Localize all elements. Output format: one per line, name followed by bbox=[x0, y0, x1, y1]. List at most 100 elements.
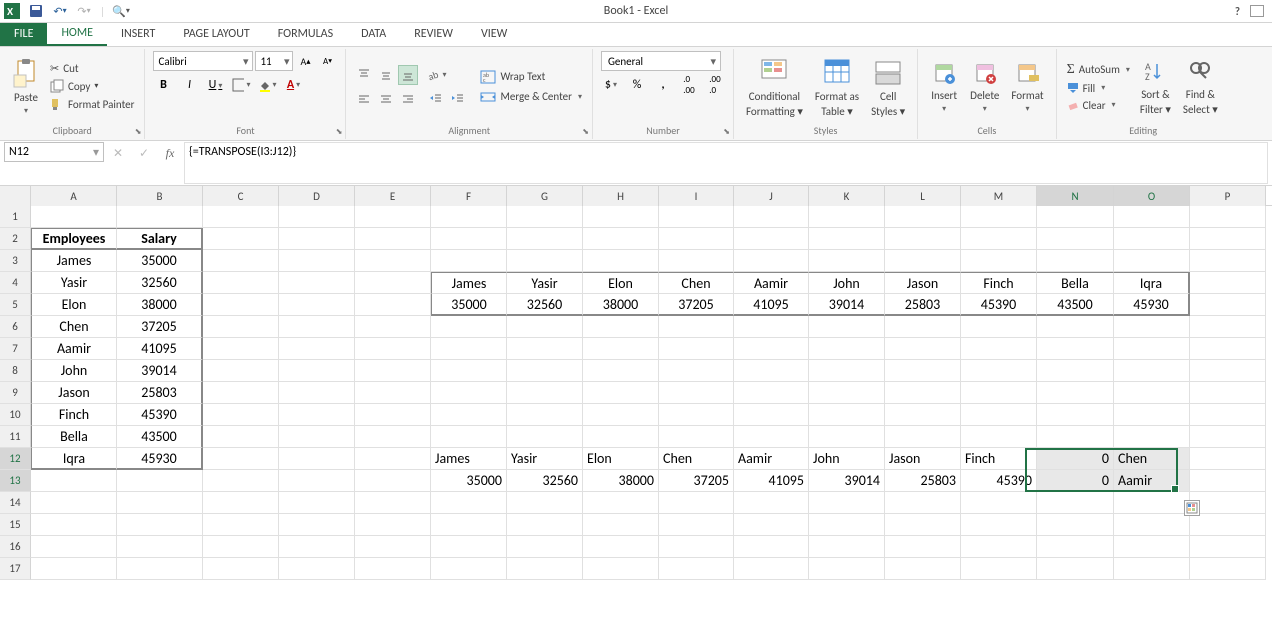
group-alignment: ab abcWrap Text Merge & Center Alignment bbox=[346, 49, 593, 139]
decrease-decimal-button[interactable]: .00.0 bbox=[705, 75, 725, 95]
group-font: Calibri 11 A▴ A▾ B I U A Font bbox=[145, 49, 346, 139]
cut-button[interactable]: ✂Cut bbox=[48, 61, 136, 76]
worksheet-grid[interactable]: A B C D E F G H I J K L M N O P 1 2 Empl… bbox=[0, 186, 1272, 580]
col-header-H[interactable]: H bbox=[583, 186, 659, 206]
tab-insert[interactable]: INSERT bbox=[107, 22, 169, 46]
increase-indent-button[interactable] bbox=[448, 89, 468, 109]
undo-icon[interactable]: ↶▾ bbox=[52, 3, 68, 19]
align-bottom-button[interactable] bbox=[398, 65, 418, 85]
tab-formulas[interactable]: FORMULAS bbox=[264, 22, 347, 46]
clear-button[interactable]: Clear bbox=[1065, 98, 1132, 113]
find-select-button[interactable]: Find &Select ▾ bbox=[1179, 51, 1222, 122]
border-button[interactable] bbox=[231, 75, 251, 95]
group-number: General $ % , .0.00 .00.0 Number bbox=[593, 49, 734, 139]
underline-button[interactable]: U bbox=[205, 75, 225, 95]
tab-home[interactable]: HOME bbox=[47, 22, 107, 46]
col-header-N[interactable]: N bbox=[1037, 186, 1114, 206]
col-header-P[interactable]: P bbox=[1190, 186, 1266, 206]
help-icon[interactable]: ? bbox=[1235, 5, 1240, 18]
align-center-button[interactable] bbox=[376, 89, 396, 109]
align-right-button[interactable] bbox=[398, 89, 418, 109]
percent-button[interactable]: % bbox=[627, 75, 647, 95]
format-cells-button[interactable]: Format▾ bbox=[1007, 51, 1047, 122]
window-title: Book1 - Excel bbox=[604, 4, 668, 18]
merge-icon bbox=[480, 90, 496, 104]
col-header-G[interactable]: G bbox=[507, 186, 583, 206]
fill-down-icon bbox=[1067, 82, 1079, 94]
format-as-table-button[interactable]: Format asTable ▾ bbox=[811, 51, 863, 122]
font-size-select[interactable]: 11 bbox=[255, 51, 293, 71]
tab-data[interactable]: DATA bbox=[347, 22, 400, 46]
orientation-button[interactable]: ab bbox=[426, 65, 446, 85]
row-header-2[interactable]: 2 bbox=[0, 228, 31, 250]
delete-cells-button[interactable]: Delete▾ bbox=[966, 51, 1003, 122]
enter-formula-button[interactable]: ✓ bbox=[134, 143, 154, 163]
formula-input[interactable]: {=TRANSPOSE(I3:J12)} bbox=[184, 142, 1268, 184]
col-header-L[interactable]: L bbox=[885, 186, 961, 206]
save-icon[interactable] bbox=[28, 3, 44, 19]
col-header-A[interactable]: A bbox=[31, 186, 117, 206]
cell[interactable] bbox=[31, 206, 117, 228]
sort-filter-button[interactable]: AZ Sort &Filter ▾ bbox=[1136, 51, 1175, 122]
paste-button[interactable]: Paste▾ bbox=[8, 51, 44, 122]
tab-page-layout[interactable]: PAGE LAYOUT bbox=[169, 22, 263, 46]
row-header-3[interactable]: 3 bbox=[0, 250, 31, 272]
row-header-1[interactable]: 1 bbox=[0, 206, 31, 228]
col-header-B[interactable]: B bbox=[117, 186, 203, 206]
accounting-button[interactable]: $ bbox=[601, 75, 621, 95]
select-all-triangle[interactable] bbox=[0, 186, 31, 206]
insert-function-button[interactable]: fx bbox=[160, 143, 180, 163]
cancel-formula-button[interactable]: ✕ bbox=[108, 143, 128, 163]
group-cells: Insert▾ Delete▾ Format▾ Cells bbox=[918, 49, 1056, 139]
smart-tag-icon[interactable] bbox=[1184, 500, 1200, 516]
svg-text:ab: ab bbox=[427, 68, 441, 82]
insert-cells-button[interactable]: Insert▾ bbox=[926, 51, 962, 122]
merge-center-button[interactable]: Merge & Center bbox=[478, 89, 584, 105]
decrease-indent-button[interactable] bbox=[426, 89, 446, 109]
col-header-I[interactable]: I bbox=[659, 186, 734, 206]
increase-decimal-button[interactable]: .0.00 bbox=[679, 75, 699, 95]
increase-font-button[interactable]: A▴ bbox=[295, 51, 315, 71]
col-header-J[interactable]: J bbox=[734, 186, 809, 206]
fill-color-button[interactable] bbox=[257, 75, 277, 95]
name-box[interactable]: N12 bbox=[4, 142, 104, 162]
fill-button[interactable]: Fill bbox=[1065, 81, 1132, 96]
tab-file[interactable]: FILE bbox=[0, 22, 47, 46]
conditional-formatting-button[interactable]: ConditionalFormatting ▾ bbox=[742, 51, 807, 122]
group-clipboard: Paste▾ ✂Cut Copy▾ Format Painter Clipboa… bbox=[0, 49, 145, 139]
col-header-C[interactable]: C bbox=[203, 186, 279, 206]
bold-button[interactable]: B bbox=[153, 75, 173, 95]
number-format-select[interactable]: General bbox=[601, 51, 721, 71]
col-header-E[interactable]: E bbox=[355, 186, 431, 206]
col-header-O[interactable]: O bbox=[1114, 186, 1190, 206]
col-header-M[interactable]: M bbox=[961, 186, 1037, 206]
cell-styles-button[interactable]: CellStyles ▾ bbox=[867, 51, 909, 122]
title-bar: X ↶▾ ↷▾ | 🔍▾ Book1 - Excel ? bbox=[0, 0, 1272, 23]
comma-button[interactable]: , bbox=[653, 75, 673, 95]
tab-review[interactable]: REVIEW bbox=[400, 22, 467, 46]
eraser-icon bbox=[1067, 99, 1079, 111]
copy-button[interactable]: Copy▾ bbox=[48, 78, 136, 94]
align-top-button[interactable] bbox=[354, 65, 374, 85]
copy-icon bbox=[50, 79, 64, 93]
redo-icon[interactable]: ↷▾ bbox=[76, 3, 92, 19]
align-middle-button[interactable] bbox=[376, 65, 396, 85]
align-left-button[interactable] bbox=[354, 89, 374, 109]
col-header-D[interactable]: D bbox=[279, 186, 355, 206]
italic-button[interactable]: I bbox=[179, 75, 199, 95]
ribbon-tabs: FILE HOME INSERT PAGE LAYOUT FORMULAS DA… bbox=[0, 23, 1272, 47]
wrap-icon: abc bbox=[480, 70, 496, 84]
formula-bar: N12 ✕ ✓ fx {=TRANSPOSE(I3:J12)} bbox=[0, 141, 1272, 186]
font-name-select[interactable]: Calibri bbox=[153, 51, 253, 71]
wrap-text-button[interactable]: abcWrap Text bbox=[478, 69, 584, 85]
decrease-font-button[interactable]: A▾ bbox=[317, 51, 337, 71]
format-painter-button[interactable]: Format Painter bbox=[48, 96, 136, 112]
col-header-F[interactable]: F bbox=[431, 186, 507, 206]
print-preview-icon[interactable]: 🔍▾ bbox=[113, 3, 129, 19]
font-color-button[interactable]: A bbox=[283, 75, 303, 95]
autosum-button[interactable]: ΣAutoSum bbox=[1065, 61, 1132, 79]
ribbon-display-icon[interactable] bbox=[1250, 5, 1264, 17]
col-header-K[interactable]: K bbox=[809, 186, 885, 206]
excel-icon: X bbox=[4, 3, 20, 19]
tab-view[interactable]: VIEW bbox=[467, 22, 521, 46]
